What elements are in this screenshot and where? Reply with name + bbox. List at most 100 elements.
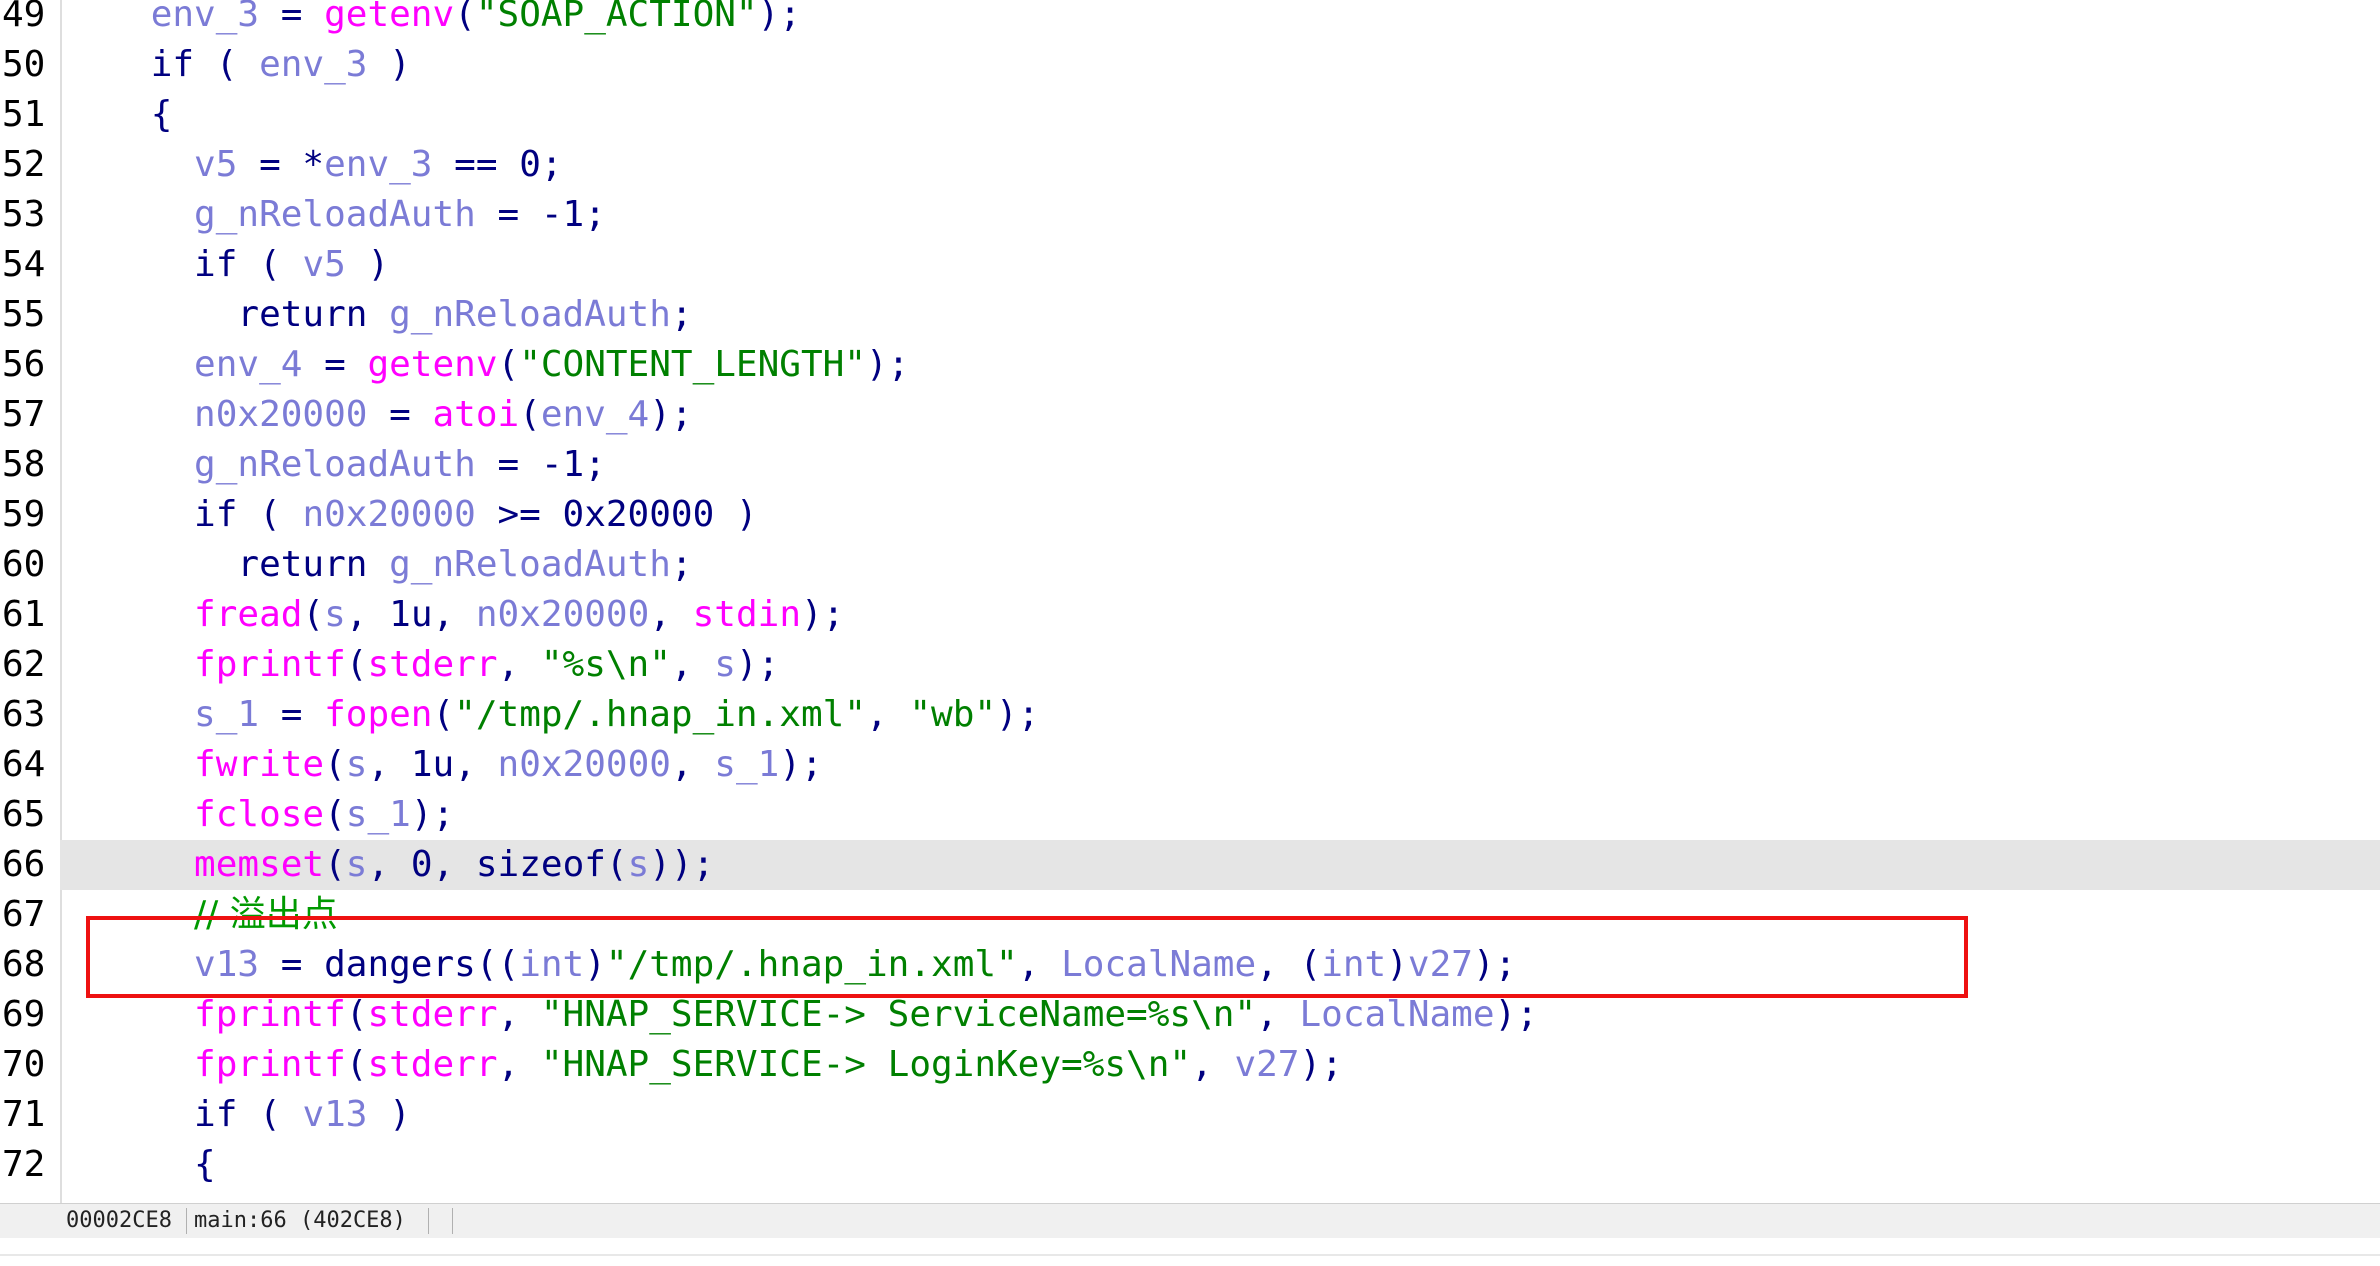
code-line[interactable]: 71 if ( v13 ) — [0, 1090, 2380, 1140]
code-token: "%s\n" — [540, 644, 671, 685]
code-token: fopen — [324, 694, 433, 735]
code-text[interactable]: fclose(s_1); — [64, 790, 454, 840]
code-line[interactable]: 52 v5 = *env_3 == 0; — [0, 140, 2380, 190]
line-number: 52 — [2, 144, 46, 185]
code-token: s — [324, 594, 346, 635]
code-text[interactable]: { — [64, 90, 173, 140]
code-text[interactable]: fprintf(stderr, "HNAP_SERVICE-> LoginKey… — [64, 1040, 1343, 1090]
line-number: 54 — [2, 244, 46, 285]
code-token: ( — [302, 594, 325, 635]
code-line[interactable]: 68 v13 = dangers((int)"/tmp/.hnap_in.xml… — [0, 940, 2380, 990]
code-text[interactable]: if ( n0x20000 >= 0x20000 ) — [64, 490, 758, 540]
code-text[interactable]: s_1 = fopen("/tmp/.hnap_in.xml", "wb"); — [64, 690, 1039, 740]
code-line[interactable]: 67 // 溢出点 — [0, 890, 2380, 940]
code-token: stderr — [367, 1044, 498, 1085]
code-token: ) — [1386, 944, 1408, 985]
code-token: s_1 — [714, 744, 780, 785]
code-token: fprintf — [194, 644, 346, 685]
code-text[interactable]: return g_nReloadAuth; — [64, 540, 692, 590]
code-line[interactable]: 57 n0x20000 = atoi(env_4); — [0, 390, 2380, 440]
code-token: 1 — [562, 444, 585, 485]
code-line[interactable]: 62 fprintf(stderr, "%s\n", s); — [0, 640, 2380, 690]
code-line[interactable]: 59 if ( n0x20000 >= 0x20000 ) — [0, 490, 2380, 540]
code-token: v27 — [1234, 1044, 1300, 1085]
code-line[interactable]: 49 env_3 = getenv("SOAP_ACTION"); — [0, 0, 2380, 40]
code-text[interactable]: { — [64, 1140, 216, 1190]
code-text[interactable]: return g_nReloadAuth; — [64, 290, 692, 340]
code-text[interactable]: g_nReloadAuth = -1; — [64, 190, 606, 240]
code-text[interactable]: n0x20000 = atoi(env_4); — [64, 390, 693, 440]
code-text[interactable]: fread(s, 1u, n0x20000, stdin); — [64, 590, 844, 640]
code-text[interactable]: // 溢出点 — [64, 890, 338, 940]
code-token: s_1 — [194, 694, 260, 735]
code-token: , — [432, 844, 476, 885]
code-text[interactable]: fprintf(stderr, "HNAP_SERVICE-> ServiceN… — [64, 990, 1538, 1040]
code-line[interactable]: 53 g_nReloadAuth = -1; — [0, 190, 2380, 240]
code-token: if — [194, 244, 238, 285]
status-bar: 00002CE8 main:66 (402CE8) — [0, 1203, 2380, 1238]
code-token: = - — [475, 194, 563, 235]
code-text[interactable]: env_3 = getenv("SOAP_ACTION"); — [64, 0, 801, 40]
code-text[interactable]: memset(s, 0, sizeof(s)); — [64, 840, 714, 890]
code-token: , — [497, 644, 541, 685]
code-line[interactable]: 51 { — [0, 90, 2380, 140]
pseudocode-editor[interactable]: 49 env_3 = getenv("SOAP_ACTION"); 50 if (… — [0, 0, 2380, 1203]
code-token: , — [432, 594, 476, 635]
line-number: 70 — [2, 1044, 46, 1085]
code-text[interactable]: g_nReloadAuth = -1; — [64, 440, 606, 490]
code-line[interactable]: 72 { — [0, 1140, 2380, 1190]
line-number: 69 — [2, 994, 46, 1035]
code-token: v13 — [194, 944, 260, 985]
code-line[interactable]: 58 g_nReloadAuth = -1; — [0, 440, 2380, 490]
code-text[interactable]: v13 = dangers((int)"/tmp/.hnap_in.xml", … — [64, 940, 1516, 990]
code-token: ( — [432, 694, 455, 735]
line-number: 65 — [2, 794, 46, 835]
code-token: LocalName — [1061, 944, 1257, 985]
line-number: 51 — [2, 94, 46, 135]
code-token: "HNAP_SERVICE-> ServiceName=%s\n" — [540, 994, 1257, 1035]
code-token: , — [497, 1044, 541, 1085]
code-text[interactable]: fprintf(stderr, "%s\n", s); — [64, 640, 779, 690]
code-line[interactable]: 55 return g_nReloadAuth; — [0, 290, 2380, 340]
code-token: return — [237, 544, 368, 585]
code-token: ( — [324, 794, 346, 835]
code-token: , — [865, 694, 910, 735]
code-line[interactable]: 56 env_4 = getenv("CONTENT_LENGTH"); — [0, 340, 2380, 390]
line-number: 68 — [2, 944, 46, 985]
code-token: env_4 — [194, 344, 303, 385]
code-token: sizeof — [475, 844, 606, 885]
code-line[interactable]: 61 fread(s, 1u, n0x20000, stdin); — [0, 590, 2380, 640]
code-line[interactable]: 60 return g_nReloadAuth; — [0, 540, 2380, 590]
code-text[interactable]: if ( env_3 ) — [64, 40, 411, 90]
code-text[interactable]: if ( v13 ) — [64, 1090, 411, 1140]
code-text[interactable]: env_4 = getenv("CONTENT_LENGTH"); — [64, 340, 909, 390]
code-line[interactable]: 69 fprintf(stderr, "HNAP_SERVICE-> Servi… — [0, 990, 2380, 1040]
code-token: env_3 — [150, 0, 260, 35]
code-token: ); — [1299, 1044, 1343, 1085]
code-token: memset — [194, 844, 325, 885]
code-text[interactable]: if ( v5 ) — [64, 240, 389, 290]
code-line[interactable]: 70 fprintf(stderr, "HNAP_SERVICE-> Login… — [0, 1040, 2380, 1090]
code-line[interactable]: 63 s_1 = fopen("/tmp/.hnap_in.xml", "wb"… — [0, 690, 2380, 740]
code-line[interactable]: 54 if ( v5 ) — [0, 240, 2380, 290]
code-line[interactable]: 64 fwrite(s, 1u, n0x20000, s_1); — [0, 740, 2380, 790]
bottom-margin — [0, 1238, 2380, 1266]
code-token: s_1 — [345, 794, 411, 835]
code-token: s — [627, 844, 650, 885]
code-text[interactable]: v5 = *env_3 == 0; — [64, 140, 563, 190]
code-token: = — [259, 694, 325, 735]
code-text[interactable]: fwrite(s, 1u, n0x20000, s_1); — [64, 740, 823, 790]
code-line[interactable]: 65 fclose(s_1); — [0, 790, 2380, 840]
line-number: 59 — [2, 494, 46, 535]
code-token: stderr — [367, 994, 498, 1035]
code-line[interactable]: 50 if ( env_3 ) — [0, 40, 2380, 90]
code-line[interactable]: 66 memset(s, 0, sizeof(s)); — [0, 840, 2380, 890]
